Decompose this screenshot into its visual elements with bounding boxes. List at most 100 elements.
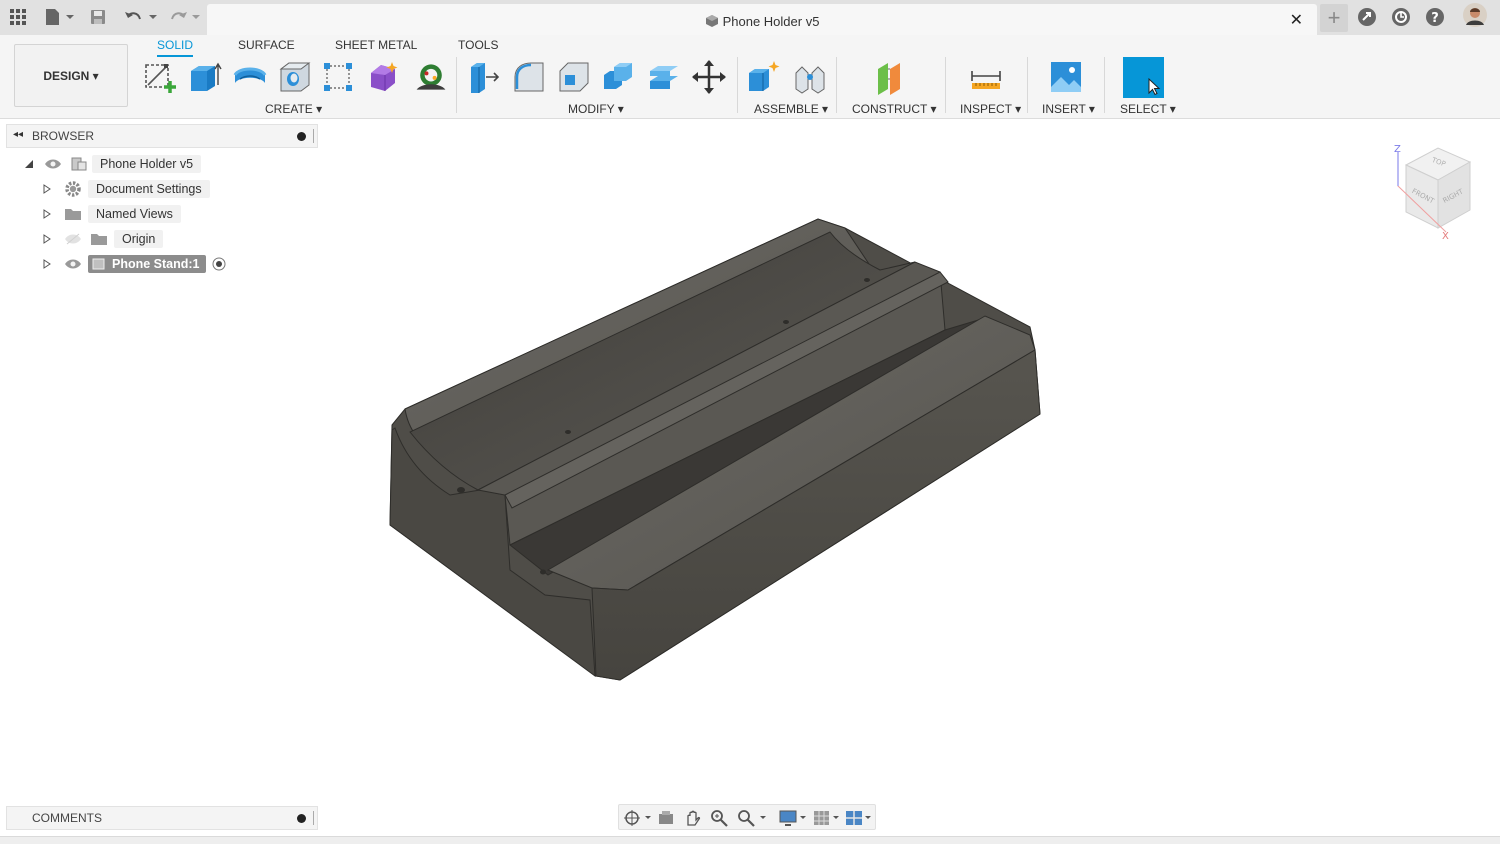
folder-icon bbox=[91, 234, 107, 245]
document-title: Phone Holder v5 bbox=[207, 14, 1317, 29]
expand-down-icon[interactable] bbox=[24, 159, 34, 169]
generative-design-icon[interactable] bbox=[413, 59, 449, 95]
expand-right-icon[interactable] bbox=[42, 209, 52, 219]
assemble-menu[interactable]: ASSEMBLE ▾ bbox=[754, 102, 828, 116]
collapse-panel-icon[interactable]: ◂◂ bbox=[13, 129, 23, 140]
extensions-icon[interactable] bbox=[1357, 7, 1377, 27]
apps-grid-icon[interactable] bbox=[10, 7, 26, 27]
tab-sheet-metal[interactable]: SHEET METAL bbox=[335, 38, 417, 55]
tree-item-label: Document Settings bbox=[88, 180, 210, 198]
create-sketch-icon[interactable] bbox=[142, 59, 178, 95]
browser-panel-header[interactable]: ◂◂ BROWSER bbox=[6, 124, 318, 148]
redo-icon[interactable] bbox=[168, 7, 202, 27]
modify-menu[interactable]: MODIFY ▾ bbox=[568, 102, 624, 116]
file-menu-icon[interactable] bbox=[44, 7, 74, 27]
insert-menu[interactable]: INSERT ▾ bbox=[1042, 102, 1095, 116]
group-divider bbox=[836, 57, 837, 113]
group-divider bbox=[945, 57, 946, 113]
joint-icon[interactable] bbox=[792, 59, 828, 95]
offset-plane-icon[interactable] bbox=[874, 59, 910, 95]
revolve-icon[interactable] bbox=[232, 59, 268, 95]
pan-hand-icon[interactable] bbox=[683, 809, 701, 827]
folder-icon bbox=[65, 209, 81, 220]
title-bar: Phone Holder v5 ✕ + ? bbox=[0, 0, 1500, 35]
move-copy-icon[interactable] bbox=[691, 59, 727, 95]
group-divider bbox=[737, 57, 738, 113]
fillet-icon[interactable] bbox=[511, 59, 547, 95]
phone-stand-model[interactable] bbox=[370, 200, 1060, 700]
expand-right-icon[interactable] bbox=[42, 259, 52, 269]
offset-face-icon[interactable] bbox=[646, 59, 682, 95]
panel-resize-handle[interactable] bbox=[313, 129, 314, 143]
component-box-icon bbox=[92, 258, 105, 270]
workspace-switcher[interactable]: DESIGN ▾ bbox=[14, 44, 128, 107]
fusion-app-window: Phone Holder v5 ✕ + ? DESIGN ▾ SOLID SUR… bbox=[0, 0, 1500, 844]
tree-item-document-settings[interactable]: Document Settings bbox=[42, 179, 210, 199]
axis-z-label: Z bbox=[1394, 144, 1401, 155]
hidden-eye-icon[interactable] bbox=[64, 233, 82, 245]
new-tab-button[interactable]: + bbox=[1320, 4, 1348, 32]
grid-snaps-icon[interactable] bbox=[813, 809, 843, 827]
help-icon[interactable]: ? bbox=[1425, 7, 1445, 27]
zoom-icon[interactable] bbox=[710, 809, 728, 827]
tree-item-label: Phone Stand:1 bbox=[112, 257, 200, 271]
undo-icon[interactable] bbox=[124, 7, 158, 27]
document-tab[interactable]: Phone Holder v5 ✕ bbox=[207, 4, 1317, 35]
toolbar-ribbon: DESIGN ▾ SOLID SURFACE SHEET METAL TOOLS bbox=[0, 35, 1500, 119]
view-cube[interactable]: TOP FRONT RIGHT Z X bbox=[1388, 140, 1478, 245]
close-tab-button[interactable]: ✕ bbox=[1290, 10, 1303, 30]
tree-item-origin[interactable]: Origin bbox=[42, 229, 164, 249]
tree-item-label: Origin bbox=[114, 230, 164, 248]
job-status-icon[interactable] bbox=[1391, 7, 1411, 27]
new-component-icon[interactable] bbox=[746, 59, 782, 95]
measure-icon[interactable] bbox=[968, 59, 1004, 95]
create-form-icon[interactable] bbox=[365, 59, 401, 95]
panel-resize-handle[interactable] bbox=[313, 811, 314, 825]
tree-item-label: Named Views bbox=[88, 205, 181, 223]
expand-right-icon[interactable] bbox=[42, 184, 52, 194]
activate-radio-icon[interactable] bbox=[211, 256, 227, 272]
pattern-icon[interactable] bbox=[320, 59, 356, 95]
look-at-icon[interactable] bbox=[657, 809, 675, 827]
fit-window-icon[interactable] bbox=[737, 809, 769, 827]
navigation-bar bbox=[618, 804, 876, 830]
gear-icon bbox=[65, 181, 81, 197]
save-icon[interactable] bbox=[90, 7, 106, 27]
viewports-icon[interactable] bbox=[845, 809, 875, 827]
display-settings-icon[interactable] bbox=[779, 809, 809, 827]
axis-x-label: X bbox=[1442, 231, 1449, 242]
tab-surface[interactable]: SURFACE bbox=[238, 38, 295, 55]
add-comment-icon[interactable] bbox=[297, 814, 306, 823]
tree-item-named-views[interactable]: Named Views bbox=[42, 204, 181, 224]
tab-solid[interactable]: SOLID bbox=[157, 38, 194, 57]
visibility-eye-icon[interactable] bbox=[64, 258, 82, 270]
combine-icon[interactable] bbox=[601, 59, 637, 95]
tab-tools[interactable]: TOOLS bbox=[458, 38, 498, 55]
selected-component[interactable]: Phone Stand:1 bbox=[88, 255, 206, 273]
group-divider bbox=[1027, 57, 1028, 113]
orbit-icon[interactable] bbox=[623, 809, 653, 827]
extrude-icon[interactable] bbox=[186, 59, 222, 95]
construct-menu[interactable]: CONSTRUCT ▾ bbox=[852, 102, 936, 116]
component-icon bbox=[705, 15, 718, 27]
shell-icon[interactable] bbox=[556, 59, 592, 95]
browser-title: BROWSER bbox=[32, 129, 95, 143]
group-divider bbox=[1104, 57, 1105, 113]
select-menu[interactable]: SELECT ▾ bbox=[1120, 102, 1176, 116]
insert-image-icon[interactable] bbox=[1048, 59, 1084, 95]
comments-panel-header[interactable]: COMMENTS bbox=[6, 806, 318, 830]
document-component-icon bbox=[71, 157, 87, 171]
tree-item-root[interactable]: Phone Holder v5 bbox=[24, 154, 202, 174]
create-menu[interactable]: CREATE ▾ bbox=[265, 102, 322, 116]
hole-icon[interactable] bbox=[277, 59, 313, 95]
panel-pin-icon[interactable] bbox=[297, 132, 306, 141]
inspect-menu[interactable]: INSPECT ▾ bbox=[960, 102, 1021, 116]
user-avatar[interactable] bbox=[1463, 3, 1487, 27]
press-pull-icon[interactable] bbox=[466, 59, 502, 95]
comments-title: COMMENTS bbox=[32, 811, 102, 825]
tree-item-phone-stand[interactable]: Phone Stand:1 bbox=[42, 254, 227, 274]
visibility-eye-icon[interactable] bbox=[44, 158, 62, 170]
select-tool-icon[interactable] bbox=[1123, 57, 1164, 98]
tree-item-label: Phone Holder v5 bbox=[92, 155, 202, 173]
expand-right-icon[interactable] bbox=[42, 234, 52, 244]
